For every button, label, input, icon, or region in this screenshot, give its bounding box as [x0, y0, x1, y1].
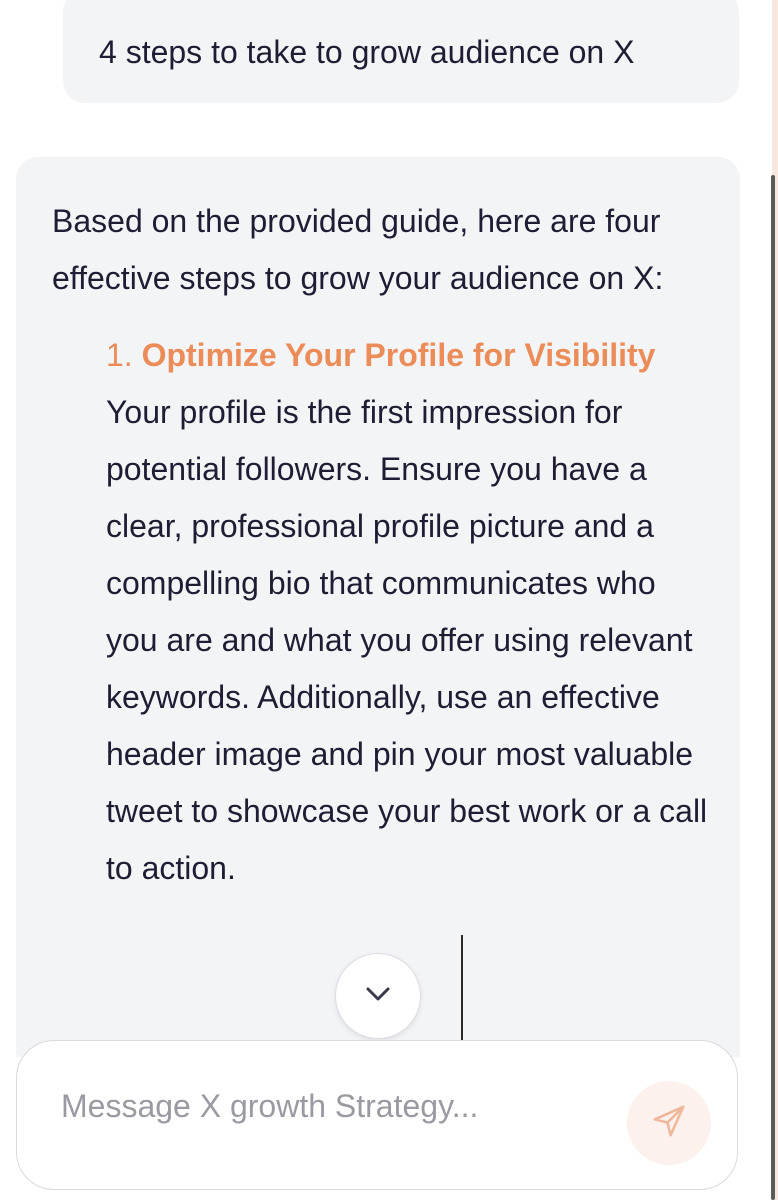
user-message-bubble: 4 steps to take to grow audience on X — [63, 0, 739, 103]
assistant-message-bubble: Based on the provided guide, here are fo… — [16, 157, 740, 1057]
chevron-down-icon — [364, 985, 392, 1008]
assistant-intro-text: Based on the provided guide, here are fo… — [52, 203, 664, 296]
scroll-to-bottom-button[interactable] — [335, 953, 421, 1039]
scrollbar[interactable] — [771, 175, 775, 1200]
user-message-text: 4 steps to take to grow audience on X — [99, 34, 635, 70]
send-icon — [650, 1102, 688, 1145]
step-title: Optimize Your Profile for Visibility — [141, 337, 656, 373]
list-item: 1. Optimize Your Profile for Visibility … — [106, 327, 716, 897]
message-composer — [16, 1040, 738, 1190]
message-input[interactable] — [61, 1081, 621, 1131]
steps-list: 1. Optimize Your Profile for Visibility … — [52, 327, 716, 897]
step-body: Your profile is the first impression for… — [106, 394, 708, 886]
step-number: 1. — [106, 337, 133, 373]
send-button[interactable] — [627, 1081, 711, 1165]
chat-screen: 4 steps to take to grow audience on X Ba… — [0, 0, 778, 1200]
